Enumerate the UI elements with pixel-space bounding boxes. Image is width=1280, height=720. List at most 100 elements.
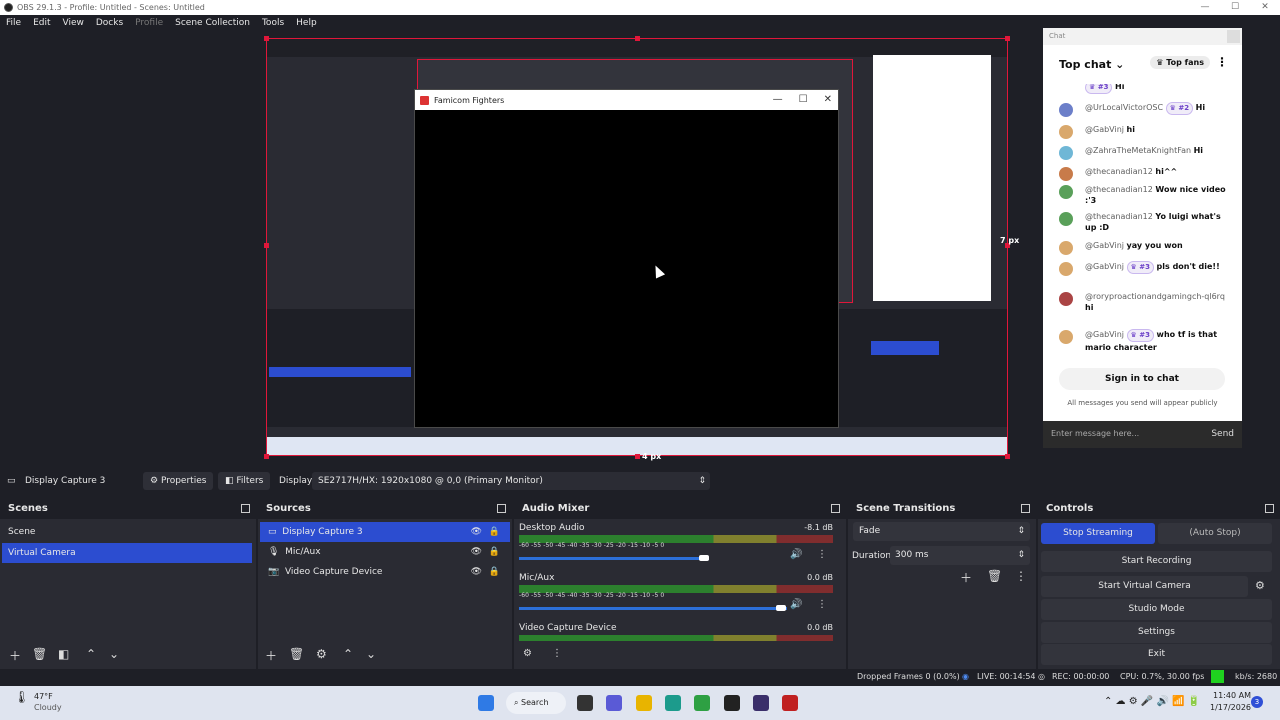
game-maximize-icon[interactable]: ☐: [799, 90, 808, 110]
auto-stop-button[interactable]: (Auto Stop): [1158, 523, 1272, 544]
move-up-icon[interactable]: ⌃: [86, 647, 96, 661]
chat-close-icon[interactable]: [1227, 30, 1240, 43]
obs-taskbar-icon[interactable]: [753, 695, 769, 711]
filter-icon[interactable]: ◧: [58, 647, 69, 661]
handle-ml[interactable]: [264, 243, 269, 248]
handle-tr[interactable]: [1005, 36, 1010, 41]
source-item-selected[interactable]: ▭ Display Capture 3 👁 🔒: [260, 522, 510, 542]
sign-in-to-chat-button[interactable]: Sign in to chat: [1059, 368, 1225, 390]
handle-bl[interactable]: [264, 454, 269, 459]
handle-tl[interactable]: [264, 36, 269, 41]
chrome-icon[interactable]: [694, 695, 710, 711]
filters-button[interactable]: ◧ Filters: [218, 472, 271, 490]
menu-profile[interactable]: Profile: [135, 18, 163, 28]
scene-item[interactable]: Scene: [2, 522, 252, 542]
scenes-title: Scenes: [0, 499, 256, 519]
volume-knob[interactable]: [776, 605, 786, 611]
menu-scene-collection[interactable]: Scene Collection: [175, 18, 250, 28]
top-fans-button[interactable]: ♛ Top fans: [1150, 56, 1210, 69]
studio-mode-button[interactable]: Studio Mode: [1041, 599, 1272, 620]
clock-date[interactable]: 1/17/2026: [1210, 703, 1251, 712]
chat-message-list[interactable]: ♛ #3 Hi @UrLocalVictorOSC ♛ #2 Hi @GabVi…: [1043, 84, 1242, 359]
minimize-icon[interactable]: —: [1190, 0, 1220, 15]
source-item[interactable]: 📷 Video Capture Device 👁 🔒: [260, 562, 510, 582]
display-select[interactable]: SE2717H/HX: 1920x1080 @ 0,0 (Primary Mon…: [312, 472, 710, 490]
notification-badge[interactable]: 3: [1251, 696, 1263, 708]
mixer-settings-icon[interactable]: ⚙: [523, 648, 532, 659]
menu-docks[interactable]: Docks: [96, 18, 123, 28]
maximize-icon[interactable]: ☐: [1220, 0, 1250, 15]
source-item[interactable]: 🎙 Mic/Aux 👁 🔒: [260, 542, 510, 562]
volume-slider[interactable]: [519, 557, 709, 560]
speaker-icon[interactable]: 🔊: [790, 599, 802, 610]
speaker-icon[interactable]: 🔊: [790, 549, 802, 560]
close-icon[interactable]: ✕: [1250, 0, 1280, 15]
tray-icons[interactable]: ⌃ ☁ ⚙ 🎤 🔊 📶 🔋: [1104, 696, 1200, 707]
chat-more-icon[interactable]: ⋮: [1216, 55, 1228, 69]
more-icon[interactable]: ⋮: [552, 648, 562, 659]
taskbar-search[interactable]: ⌕ Search: [506, 692, 566, 714]
settings-button[interactable]: Settings: [1041, 622, 1272, 643]
transition-select[interactable]: Fade ⇕: [853, 522, 1030, 541]
add-icon[interactable]: ＋: [960, 569, 972, 586]
handle-tc[interactable]: [635, 36, 640, 41]
game-titlebar[interactable]: Famicom Fighters — ☐ ✕: [415, 90, 838, 110]
more-icon[interactable]: ⋮: [1015, 569, 1027, 583]
game-close-icon[interactable]: ✕: [824, 90, 832, 110]
properties-button[interactable]: ⚙ Properties: [143, 472, 214, 490]
volume-slider[interactable]: [519, 607, 787, 610]
menu-help[interactable]: Help: [296, 18, 317, 28]
trash-icon[interactable]: 🗑: [32, 647, 47, 661]
game-minimize-icon[interactable]: —: [773, 90, 783, 110]
more-icon[interactable]: ⋮: [817, 549, 827, 560]
game-taskbar-icon[interactable]: [782, 695, 798, 711]
menu-view[interactable]: View: [63, 18, 84, 28]
move-down-icon[interactable]: ⌄: [109, 647, 119, 661]
start-virtual-camera-button[interactable]: Start Virtual Camera: [1041, 576, 1248, 597]
move-down-icon[interactable]: ⌄: [366, 647, 376, 661]
channel-name: Mic/Aux: [519, 573, 555, 583]
top-chat-dropdown[interactable]: Top chat ⌄ ♛ Top fans ⋮: [1043, 45, 1242, 83]
menu-file[interactable]: File: [6, 18, 21, 28]
chat-input-bar[interactable]: Enter message here... Send: [1043, 421, 1242, 448]
handle-bc[interactable]: [635, 454, 640, 459]
undock-icon[interactable]: [1021, 504, 1030, 513]
weather-temp[interactable]: 47°F: [34, 692, 53, 701]
undock-icon[interactable]: [831, 504, 840, 513]
menu-edit[interactable]: Edit: [33, 18, 50, 28]
clock-time[interactable]: 11:40 AM: [1213, 691, 1251, 700]
scene-item-selected[interactable]: Virtual Camera: [2, 543, 252, 563]
menu-tools[interactable]: Tools: [262, 18, 284, 28]
virtual-camera-settings-icon[interactable]: ⚙: [1255, 579, 1265, 592]
weather-icon[interactable]: 🌡: [14, 690, 29, 704]
add-icon[interactable]: ＋: [265, 647, 277, 664]
file-explorer-icon[interactable]: [636, 695, 652, 711]
handle-br[interactable]: [1005, 454, 1010, 459]
volume-knob[interactable]: [699, 555, 709, 561]
duration-input[interactable]: 300 ms ⇕: [890, 546, 1030, 565]
game-window[interactable]: Famicom Fighters — ☐ ✕: [414, 89, 839, 428]
undock-icon[interactable]: [241, 504, 250, 513]
undock-icon[interactable]: [1265, 504, 1274, 513]
exit-button[interactable]: Exit: [1041, 644, 1272, 665]
gear-icon[interactable]: ⚙: [316, 647, 327, 661]
trash-icon[interactable]: 🗑: [987, 569, 1002, 583]
more-icon[interactable]: ⋮: [817, 599, 827, 610]
chat-send-button[interactable]: Send: [1211, 429, 1234, 439]
chat-message-input[interactable]: Enter message here...: [1051, 429, 1139, 438]
weather-desc[interactable]: Cloudy: [34, 703, 62, 712]
windows-start-icon[interactable]: [478, 695, 494, 711]
stop-streaming-button[interactable]: Stop Streaming: [1041, 523, 1155, 544]
add-icon[interactable]: ＋: [9, 647, 21, 664]
teams-icon[interactable]: [606, 695, 622, 711]
scene-transitions-dock: Scene Transitions Fade ⇕ Duration 300 ms ⇕…: [848, 499, 1036, 669]
move-up-icon[interactable]: ⌃: [343, 647, 353, 661]
start-recording-button[interactable]: Start Recording: [1041, 551, 1272, 572]
edge-icon[interactable]: [665, 695, 681, 711]
chevron-updown-icon: ⇕: [698, 476, 706, 486]
task-view-icon[interactable]: [577, 695, 593, 711]
chat-message: @GabVinj ♛ #3 pls don't die!!: [1059, 261, 1234, 276]
trash-icon[interactable]: 🗑: [289, 647, 304, 661]
undock-icon[interactable]: [497, 504, 506, 513]
app-icon[interactable]: [724, 695, 740, 711]
